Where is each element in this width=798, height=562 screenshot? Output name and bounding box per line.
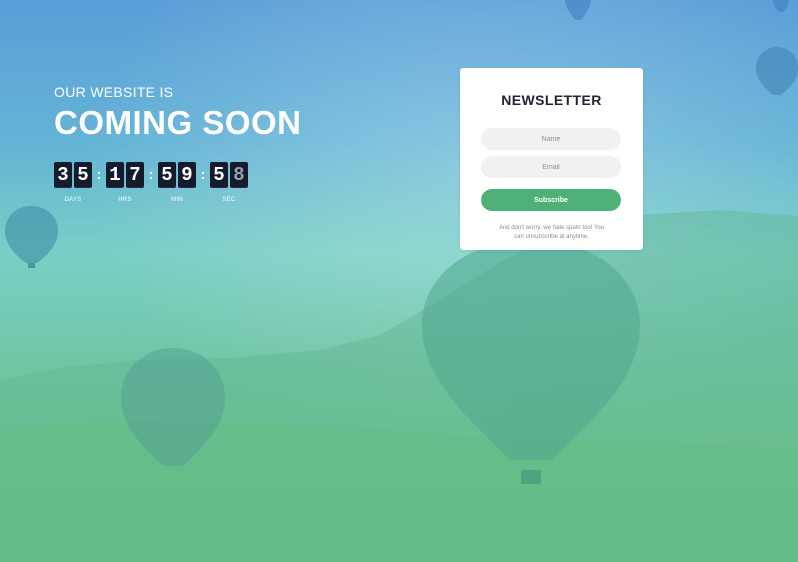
hours-digit-2: 7 — [126, 162, 144, 188]
minutes-digit-2: 9 — [178, 162, 196, 188]
countdown-days: 3 5 DAYS — [54, 162, 92, 203]
countdown-separator: : — [200, 166, 206, 182]
hero-subtitle: OUR WEBSITE IS — [54, 84, 174, 100]
subscribe-button[interactable]: Subscribe — [481, 189, 621, 211]
countdown-timer: 3 5 DAYS : 1 7 HRS : 5 9 MIN : 5 8 SEC — [54, 162, 302, 203]
seconds-label: SEC — [222, 197, 236, 203]
countdown-hours: 1 7 HRS — [106, 162, 144, 203]
hours-label: HRS — [118, 197, 132, 203]
countdown-seconds: 5 8 SEC — [210, 162, 248, 203]
email-input[interactable] — [481, 156, 621, 178]
hours-digit-1: 1 — [106, 162, 124, 188]
newsletter-card: NEWSLETTER Subscribe And don't worry, we… — [460, 68, 643, 250]
countdown-separator: : — [96, 166, 102, 182]
hero-title: COMING SOON — [54, 104, 302, 141]
days-label: DAYS — [64, 197, 82, 203]
days-digit-2: 5 — [74, 162, 92, 188]
seconds-digit-1: 5 — [210, 162, 228, 188]
spam-note-line-2: can unsubscribe at anytime. — [514, 234, 589, 240]
spam-note: And don't worry, we hate spam too! You c… — [476, 224, 627, 242]
countdown-minutes: 5 9 MIN — [158, 162, 196, 203]
countdown-separator: : — [148, 166, 154, 182]
spam-note-line-1: And don't worry, we hate spam too! You — [498, 225, 605, 231]
minutes-label: MIN — [171, 197, 183, 203]
hero: OUR WEBSITE IS COMING SOON 3 5 DAYS : 1 … — [54, 84, 302, 203]
name-input[interactable] — [481, 128, 621, 150]
days-digit-1: 3 — [54, 162, 72, 188]
minutes-digit-1: 5 — [158, 162, 176, 188]
newsletter-title: NEWSLETTER — [501, 92, 602, 108]
seconds-digit-2: 8 — [230, 162, 248, 188]
